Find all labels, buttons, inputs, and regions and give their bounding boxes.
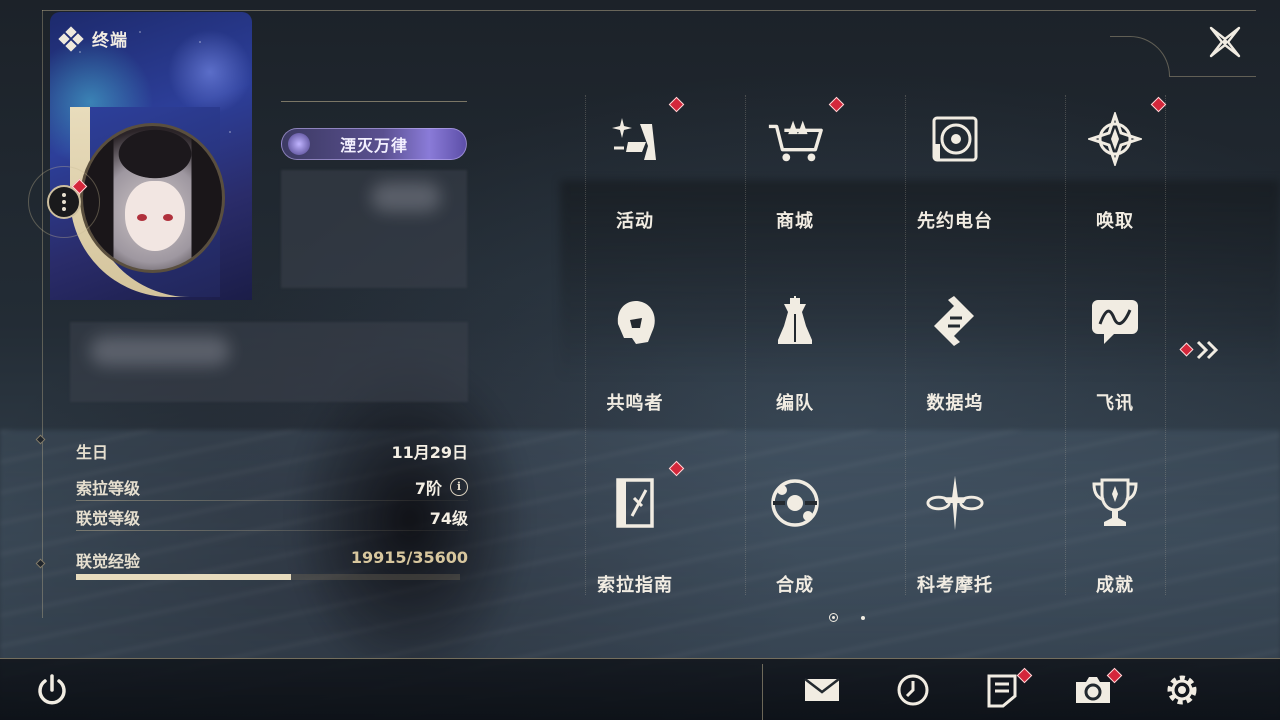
menu-item-label: 合成 [776, 575, 814, 596]
menu-item-label: 编队 [776, 393, 814, 414]
messages-chat-icon [1092, 300, 1138, 344]
achievement-trophy-icon [1092, 478, 1138, 526]
menu-item-label: 飞讯 [1096, 393, 1134, 414]
union-exp-label: 联觉经验 [76, 552, 141, 571]
page-indicator-active[interactable] [829, 613, 838, 622]
notice-icon [987, 674, 1017, 708]
page-indicator[interactable] [861, 616, 865, 620]
menu-item-motorcycle[interactable]: 科考摩托 [875, 459, 1035, 619]
resonator-portrait-icon [617, 300, 655, 344]
menu-item-label: 数据坞 [926, 393, 984, 414]
frame-top-line [42, 10, 1256, 11]
radio-vinyl-icon [932, 116, 978, 162]
menu-item-label: 共鸣者 [606, 393, 664, 414]
data-bank-icon [934, 296, 974, 346]
stat-union-level: 联觉等级 74级 [76, 502, 468, 532]
menu-item-label: 成就 [1096, 575, 1134, 596]
title-plate[interactable]: 湮灭万律 [281, 128, 467, 160]
avatar-eye [163, 214, 173, 221]
menu-item-convene[interactable]: 唤取 [1035, 95, 1195, 255]
menu-item-messages[interactable]: 飞讯 [1035, 277, 1195, 437]
menu-item-label: 唤取 [1096, 211, 1134, 232]
team-chess-icon [778, 296, 812, 344]
avatar-hair [83, 126, 222, 270]
menu-item-radio[interactable]: 先约电台 [875, 95, 1035, 255]
notification-badge [1150, 96, 1167, 113]
sola-level-label: 索拉等级 [76, 479, 141, 498]
shop-crown-cart-icon [768, 120, 823, 162]
clock-icon [897, 674, 929, 706]
mail-button[interactable] [802, 668, 842, 712]
union-exp-row: 联觉经验 19915/35600 [76, 548, 468, 572]
sola-level-value: 7阶 [414, 479, 442, 498]
notification-badge [668, 96, 685, 113]
union-exp-progress-fill [76, 574, 291, 580]
camera-icon [1076, 677, 1110, 703]
title-plate-text: 湮灭万律 [339, 136, 408, 155]
motorcycle-icon [926, 475, 984, 531]
name-underline [281, 101, 467, 102]
gear-icon [1167, 675, 1197, 705]
menu-item-resonators[interactable]: 共鸣者 [555, 277, 715, 437]
frame-corner-curve [1110, 36, 1170, 76]
info-icon[interactable]: i [450, 478, 468, 496]
synthesis-orbit-icon [771, 479, 819, 527]
page-header: 终端 [58, 25, 128, 52]
next-page-button[interactable] [1178, 338, 1222, 362]
notification-badge [668, 460, 685, 477]
frame-right-line [1169, 76, 1256, 77]
settings-button[interactable] [1162, 668, 1202, 712]
sola-level-value-group: 7阶 i [415, 475, 468, 499]
birthday-label: 生日 [76, 443, 109, 462]
clock-button[interactable] [893, 668, 933, 712]
frame-left-line [42, 10, 43, 618]
avatar-eye [137, 214, 147, 221]
chevron-double-right-icon [1179, 340, 1219, 360]
power-icon [38, 674, 66, 705]
menu-item-events[interactable]: 活动 [555, 95, 715, 255]
page-title: 终端 [92, 31, 128, 51]
union-exp-progress-track [76, 574, 460, 580]
events-sparkle-icon [612, 118, 656, 160]
guidebook-icon [616, 478, 654, 528]
avatar[interactable] [80, 123, 225, 273]
bottom-bar-divider [762, 664, 763, 720]
union-level-label: 联觉等级 [76, 509, 141, 528]
stat-birthday: 生日 11月29日 [76, 436, 468, 466]
menu-item-guidebook[interactable]: 索拉指南 [555, 459, 715, 619]
notification-badge [828, 96, 845, 113]
menu-item-label: 活动 [616, 211, 654, 232]
menu-item-label: 先约电台 [917, 211, 993, 232]
convene-compass-icon [1088, 112, 1142, 166]
redacted-player-info [281, 170, 467, 288]
union-level-value: 74级 [429, 509, 468, 528]
close-button[interactable] [1207, 24, 1243, 60]
menu-item-achievements[interactable]: 成就 [1035, 459, 1195, 619]
union-exp-value: 19915/35600 [350, 548, 468, 567]
close-icon [1209, 26, 1241, 58]
menu-item-label: 科考摩托 [917, 575, 993, 596]
terminal-diamonds-icon [58, 25, 84, 52]
menu-item-label: 商城 [776, 211, 814, 232]
title-emblem-icon [288, 133, 310, 155]
birthday-value: 11月29日 [391, 443, 468, 462]
mail-icon [804, 678, 840, 701]
menu-item-data-bank[interactable]: 数据坞 [875, 277, 1035, 437]
redacted-signature [70, 322, 468, 402]
profile-stats: 生日 11月29日 索拉等级 7阶 i 联觉等级 74级 [76, 436, 468, 532]
menu-item-team[interactable]: 编队 [715, 277, 875, 437]
power-button[interactable] [32, 668, 72, 712]
menu-item-synthesis[interactable]: 合成 [715, 459, 875, 619]
menu-item-label: 索拉指南 [597, 575, 673, 596]
menu-item-shop[interactable]: 商城 [715, 95, 875, 255]
stat-sola-level: 索拉等级 7阶 i [76, 472, 468, 502]
